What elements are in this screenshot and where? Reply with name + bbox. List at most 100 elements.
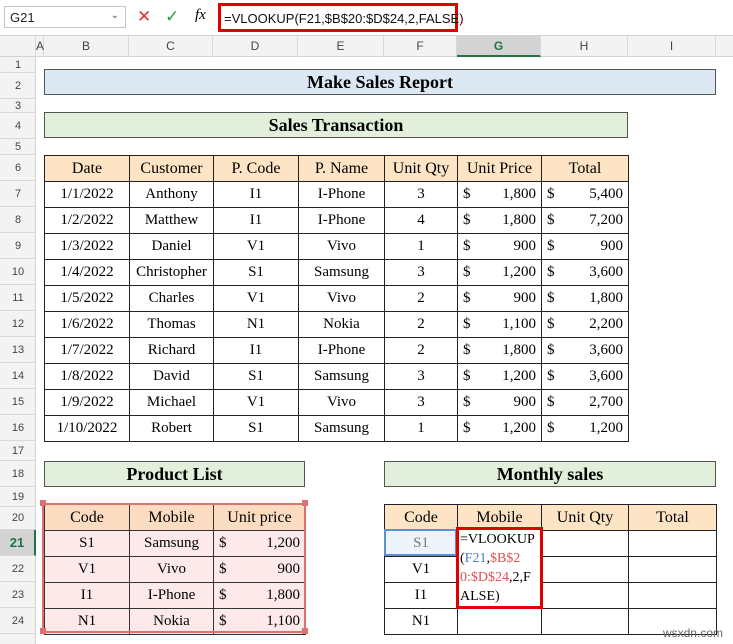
column-header[interactable]: G [457,36,541,57]
code-cell[interactable]: I1 [384,582,458,609]
row-header[interactable]: 15 [0,389,36,415]
amount: 1,200 [502,420,536,436]
currency-symbol: $ [547,186,555,202]
currency-symbol: $ [463,316,471,332]
row-header[interactable]: 9 [0,233,36,259]
table-cell: I-Phone [298,337,385,364]
cell-editor-g21[interactable]: =VLOOKUP(F21,$B$20:$D$24,2,FALSE) [456,527,543,609]
table-cell: 3 [384,389,458,416]
formula-bar: G21 ⌄ ✕ ✓ fx =VLOOKUP(F21,$B$20:$D$24,2,F… [0,0,733,36]
table-cell: Richard [129,337,214,364]
row-header[interactable]: 3 [0,99,36,113]
table-cell: 1/4/2022 [44,259,130,286]
table-cell: 1/1/2022 [44,181,130,208]
formula-input[interactable]: =VLOOKUP(F21,$B$20:$D$24,2,FALSE) [218,3,464,32]
currency-symbol: $ [219,613,227,629]
row-header[interactable]: 21 [0,530,36,556]
code-cell[interactable]: V1 [384,556,458,583]
table-cell: Michael [129,389,214,416]
currency-symbol: $ [463,290,471,306]
row-header[interactable]: 18 [0,461,36,487]
row-header[interactable]: 23 [0,582,36,608]
column-header-cell: Code [44,504,130,531]
column-header[interactable]: C [129,36,213,57]
column-header[interactable]: H [541,36,628,57]
row-header[interactable]: 6 [0,155,36,181]
row-header[interactable]: 16 [0,415,36,441]
amount: 1,100 [502,316,536,332]
table-cell: I-Phone [298,207,385,234]
row-header[interactable]: 20 [0,507,36,530]
range-handle[interactable] [40,628,46,634]
unit-qty-cell[interactable] [541,582,629,609]
table-cell: Daniel [129,233,214,260]
unit-qty-cell[interactable] [541,556,629,583]
table-cell: I-Phone [298,181,385,208]
amount: 900 [513,238,537,254]
row-header[interactable]: 22 [0,556,36,582]
product-list-title: Product List [44,461,305,487]
table-cell: N1 [44,608,130,635]
table-cell: Vivo [298,285,385,312]
table-cell: I1 [213,181,299,208]
column-header-cell: Total [541,155,629,182]
unit-qty-cell[interactable] [541,530,629,557]
currency-symbol: $ [547,290,555,306]
table-cell: 1/6/2022 [44,311,130,338]
name-box[interactable]: G21 ⌄ [4,6,126,28]
select-all-button[interactable] [0,36,36,57]
row-header[interactable]: 2 [0,73,36,99]
formula-ref-f21: F21 [464,551,487,566]
range-handle[interactable] [302,628,308,634]
row-header[interactable]: 12 [0,311,36,337]
column-header-cell: Unit Qty [384,155,458,182]
table-cell: V1 [213,233,299,260]
column-header[interactable]: D [213,36,298,57]
row-header[interactable]: 13 [0,337,36,363]
table-cell: 1/2/2022 [44,207,130,234]
cancel-icon[interactable]: ✕ [137,7,151,27]
column-header[interactable]: E [298,36,384,57]
row-header[interactable]: 5 [0,139,36,155]
column-header[interactable]: B [44,36,129,57]
row-header[interactable]: 1 [0,57,36,73]
table-cell: David [129,363,214,390]
total-cell[interactable] [628,530,717,557]
unit-qty-cell[interactable] [541,608,629,635]
column-header-cell: P. Name [298,155,385,182]
amount: 1,200 [589,420,623,436]
table-row: I1 [384,582,717,609]
code-cell[interactable]: N1 [384,608,458,635]
row-header[interactable]: 8 [0,207,36,233]
table-cell: Matthew [129,207,214,234]
row-header[interactable]: 10 [0,259,36,285]
chevron-down-icon[interactable]: ⌄ [111,10,119,21]
row-header[interactable]: 11 [0,285,36,311]
amount: 3,600 [589,342,623,358]
row-header[interactable]: 24 [0,608,36,634]
table-row: 1/6/2022 Thomas N1 Nokia 2 $1,100 $2,200 [44,311,629,338]
row-header[interactable]: 17 [0,441,36,461]
enter-check-icon[interactable]: ✓ [165,7,179,27]
amount: 3,600 [589,368,623,384]
range-handle[interactable] [40,500,46,506]
insert-function-icon[interactable]: fx [195,7,206,24]
mobile-cell[interactable] [457,608,542,635]
amount: 3,600 [589,264,623,280]
column-header[interactable]: I [628,36,716,57]
column-header[interactable]: A [36,36,44,57]
total-cell[interactable] [628,556,717,583]
row-header[interactable]: 7 [0,181,36,207]
table-row: 1/4/2022 Christopher S1 Samsung 3 $1,200 $3,60… [44,259,629,286]
column-header[interactable]: F [384,36,457,57]
range-handle[interactable] [302,500,308,506]
row-header[interactable]: 14 [0,363,36,389]
row-header[interactable]: 4 [0,113,36,139]
table-row: V1 Vivo $900 [44,556,306,583]
table-cell: 3 [384,181,458,208]
currency-symbol: $ [463,342,471,358]
row-header[interactable]: 19 [0,487,36,507]
code-cell[interactable]: S1 [384,530,458,557]
amount: 1,800 [502,212,536,228]
total-cell[interactable] [628,582,717,609]
